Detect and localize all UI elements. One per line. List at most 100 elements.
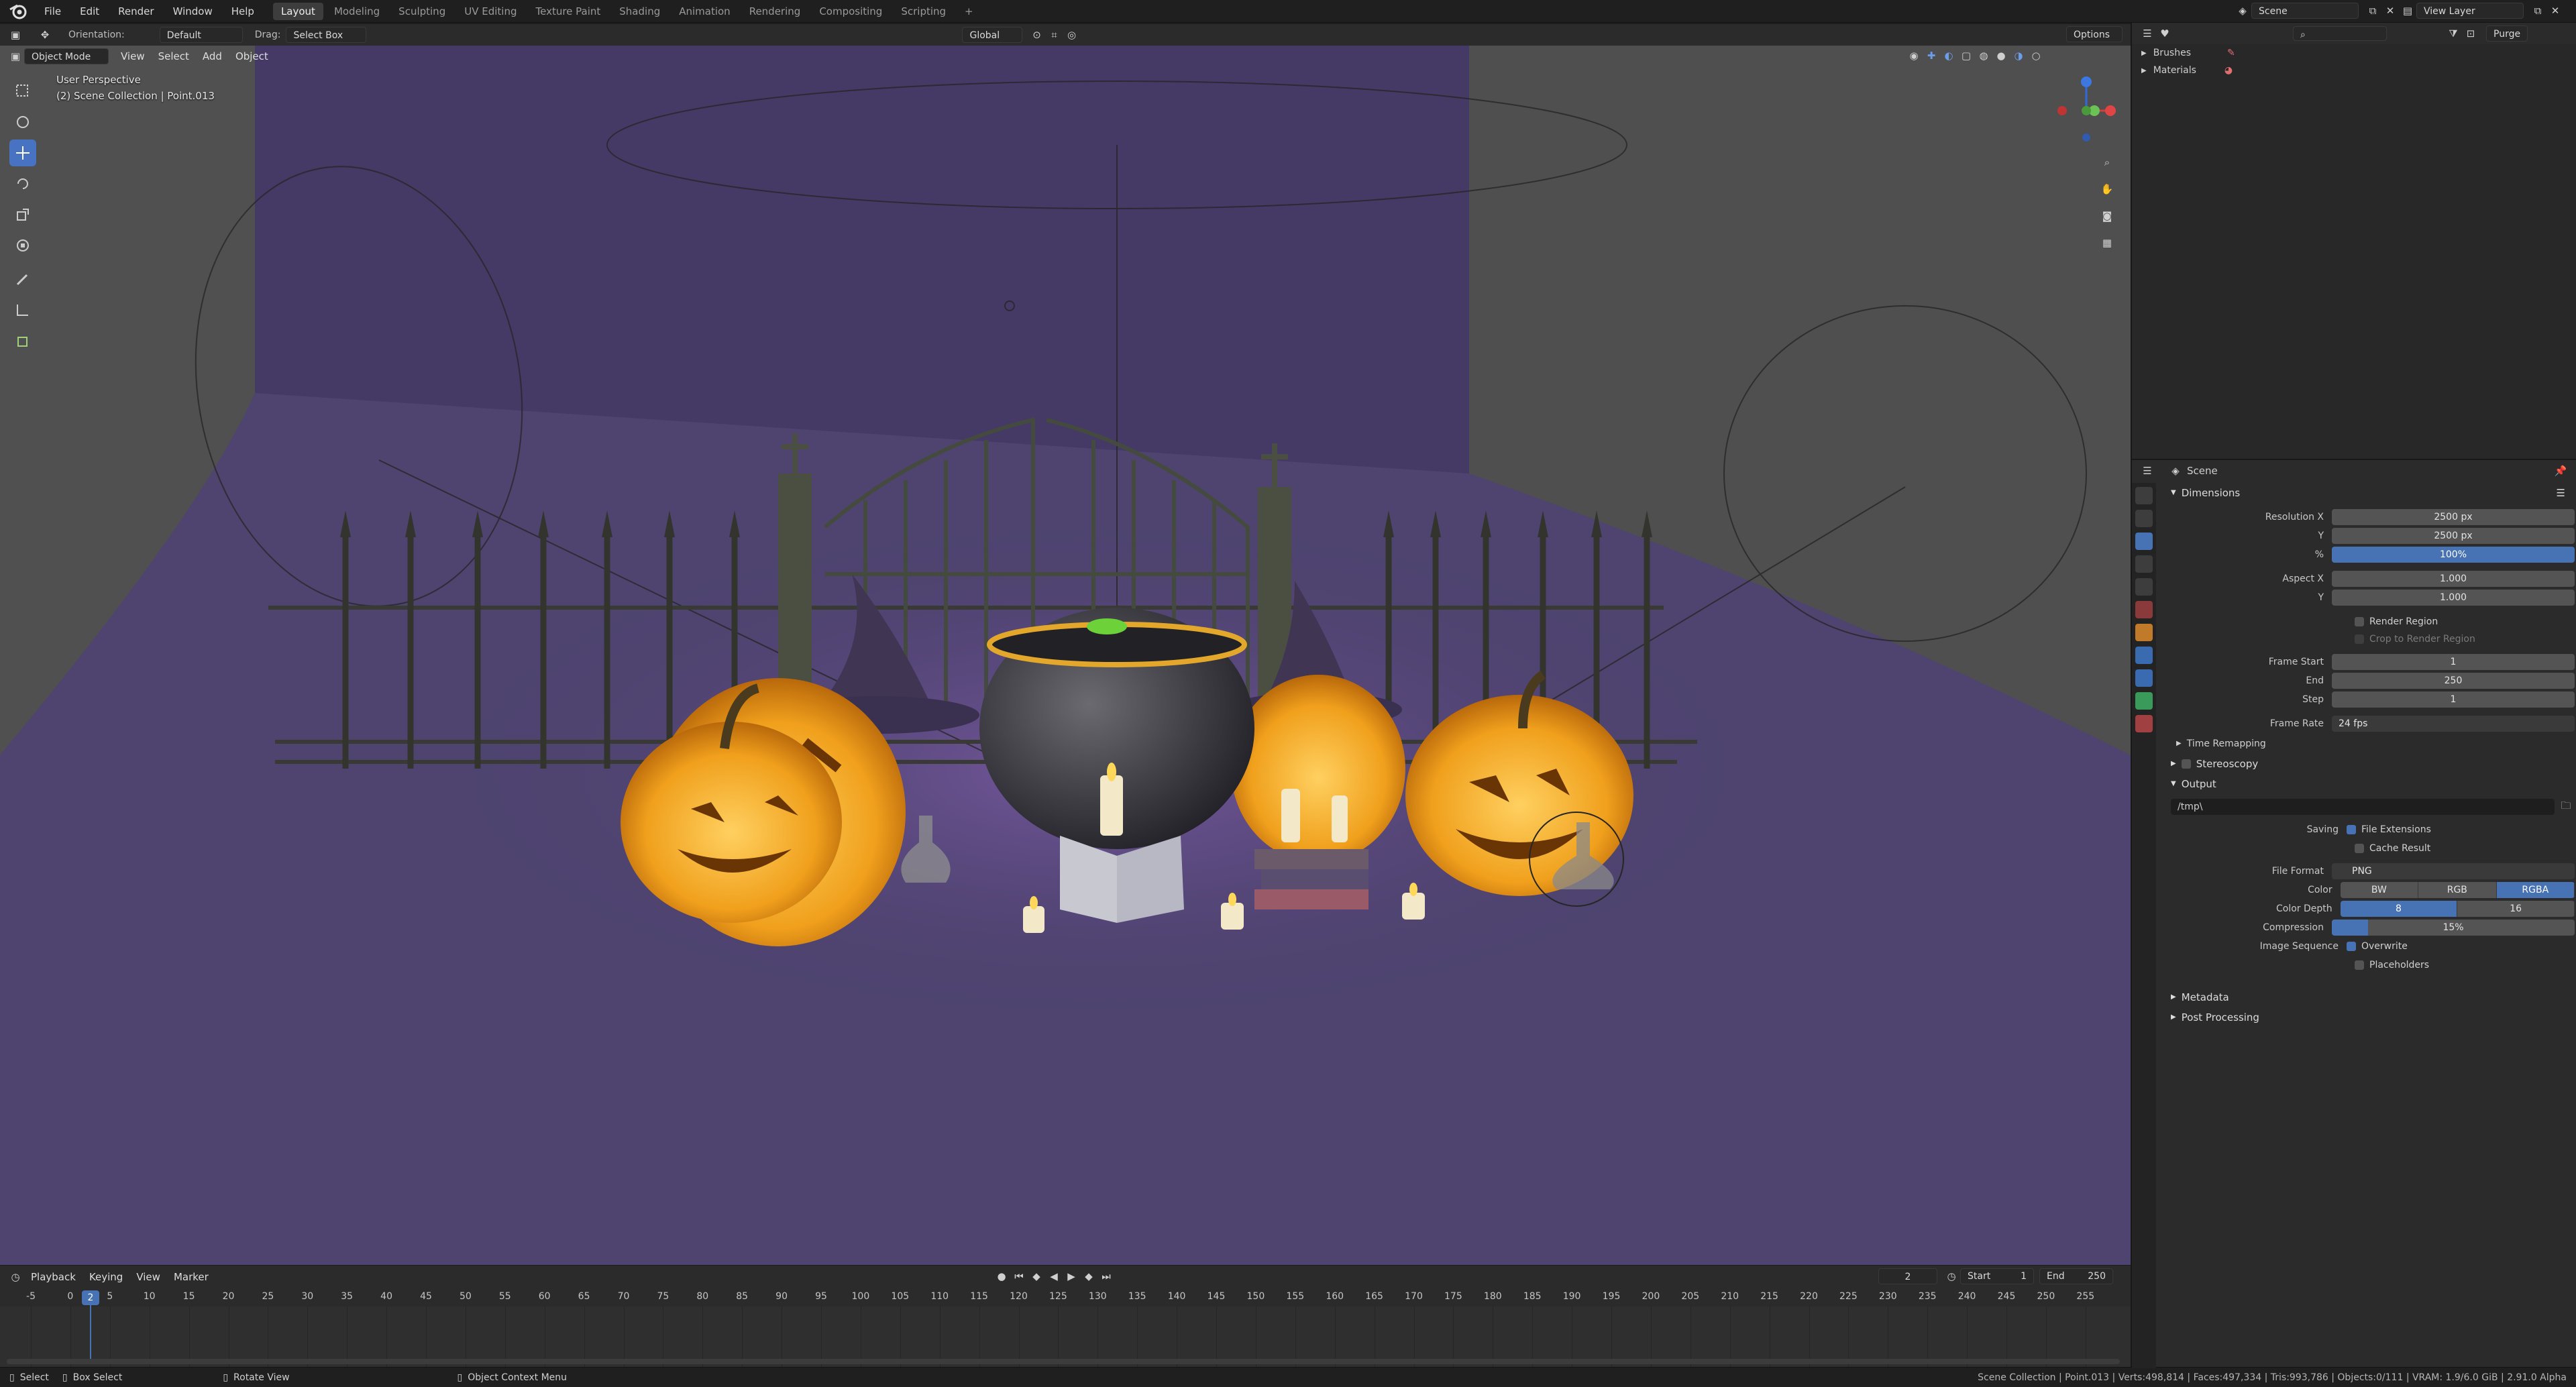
output-panel-header[interactable]: ▼ Output <box>2159 774 2575 794</box>
cursor-tool[interactable] <box>9 109 36 135</box>
color-depth-16-option[interactable]: 16 <box>2457 901 2575 917</box>
record-icon[interactable]: ● <box>993 1268 1010 1284</box>
output-tab[interactable] <box>2135 533 2153 550</box>
outliner-search-field[interactable]: ⌕ <box>2293 26 2387 41</box>
folder-icon[interactable]: 🗀 <box>2557 799 2575 815</box>
visibility-icon[interactable]: ◉ <box>1905 48 1923 64</box>
jump-end-icon[interactable]: ⏭ <box>1097 1268 1115 1284</box>
menu-window[interactable]: Window <box>164 0 222 23</box>
view-layer-selector[interactable]: View Layer <box>2416 3 2524 19</box>
output-path-field[interactable]: /tmp\ <box>2171 799 2555 815</box>
transform-orientation-dropdown[interactable]: Global <box>962 27 1023 43</box>
delete-scene-icon[interactable]: ✕ <box>2381 3 2399 19</box>
workspace-tab-layout[interactable]: Layout <box>272 2 323 20</box>
frame-rate-dropdown[interactable]: 24 fps <box>2332 716 2575 732</box>
expand-arrow-icon[interactable]: ▶ <box>2171 754 2176 774</box>
expand-arrow-icon[interactable]: ▶ <box>2141 67 2147 74</box>
frame-ruler[interactable]: -5 0 5 10 15 20 25 30 35 40 45 50 55 60 65 70 75 80 85 90 95… <box>0 1288 2131 1307</box>
render-region-checkbox[interactable]: Render Region <box>2355 613 2575 630</box>
perspective-grid-icon[interactable]: ▦ <box>2098 229 2116 256</box>
annotate-tool[interactable] <box>9 266 36 292</box>
frame-step-field[interactable]: 1 <box>2332 691 2575 708</box>
overlays-icon[interactable]: ◐ <box>1940 48 1957 64</box>
add-cube-tool[interactable] <box>9 327 36 354</box>
current-frame-field[interactable]: 2 <box>1878 1268 1937 1284</box>
3d-viewport[interactable] <box>0 44 2131 1265</box>
editor-type-icon[interactable]: ▣ <box>7 27 24 43</box>
workspace-tab-rendering[interactable]: Rendering <box>741 3 809 20</box>
properties-editor-icon[interactable]: ☰ <box>2139 463 2156 479</box>
collapse-arrow-icon[interactable]: ▼ <box>2171 483 2176 503</box>
expand-arrow-icon[interactable]: ▶ <box>2171 1007 2176 1028</box>
timeline-scrollbar[interactable] <box>7 1359 2120 1364</box>
stereoscopy-checkbox[interactable] <box>2181 759 2191 769</box>
options-dropdown[interactable]: Options <box>2066 26 2123 42</box>
timeline-menu-marker[interactable]: Marker <box>174 1271 209 1283</box>
new-collection-icon[interactable]: ⊡ <box>2462 25 2479 42</box>
workspace-tab-scripting[interactable]: Scripting <box>893 3 954 20</box>
pivot-point-icon[interactable]: ⊙ <box>1028 27 1045 43</box>
select-box-tool[interactable] <box>9 78 36 105</box>
color-rgb-option[interactable]: RGB <box>2418 882 2497 898</box>
object-data-tab[interactable] <box>2135 692 2153 710</box>
rotate-tool[interactable] <box>9 170 36 197</box>
timeline-editor-icon[interactable]: ◷ <box>7 1269 24 1285</box>
workspace-tab-texture-paint[interactable]: Texture Paint <box>527 3 608 20</box>
outliner-row-brushes[interactable]: ▶ Brushes ✎ <box>2132 44 2576 62</box>
gizmo-z-axis[interactable] <box>2081 76 2092 87</box>
jump-start-icon[interactable]: ⏮ <box>1010 1268 1028 1284</box>
workspace-tab-animation[interactable]: Animation <box>671 3 738 20</box>
compression-slider[interactable]: 15% <box>2332 920 2575 936</box>
menu-help[interactable]: Help <box>222 0 264 23</box>
workspace-tab-sculpting[interactable]: Sculpting <box>390 3 453 20</box>
resolution-y-field[interactable]: 2500 px <box>2332 528 2575 544</box>
overwrite-checkbox[interactable] <box>2347 942 2356 951</box>
move-tool-icon[interactable]: ✥ <box>36 27 54 43</box>
viewport-menu-object[interactable]: Object <box>235 50 268 62</box>
snap-icon[interactable]: ⌗ <box>1045 27 1063 43</box>
camera-view-icon[interactable]: ◙ <box>2098 203 2116 229</box>
scale-tool[interactable] <box>9 201 36 228</box>
rendered-shading-icon[interactable]: ○ <box>2027 48 2045 64</box>
viewport-menu-view[interactable]: View <box>121 50 145 62</box>
drag-dropdown[interactable]: Select Box <box>286 27 367 43</box>
object-tab[interactable] <box>2135 624 2153 641</box>
gizmo-neg-z-axis[interactable] <box>2082 133 2090 142</box>
filter-icon[interactable]: ⧩ <box>2445 25 2462 42</box>
resolution-x-field[interactable]: 2500 px <box>2332 509 2575 525</box>
move-tool[interactable] <box>9 140 36 166</box>
expand-arrow-icon[interactable]: ▶ <box>2171 987 2176 1007</box>
menu-render[interactable]: Render <box>109 0 163 23</box>
navigation-gizmo[interactable] <box>2053 74 2120 148</box>
pin-icon[interactable]: 📌 <box>2552 463 2569 479</box>
stereoscopy-panel-header[interactable]: ▶ Stereoscopy <box>2159 754 2575 774</box>
timeline-menu-playback[interactable]: Playback <box>31 1271 76 1283</box>
zoom-icon[interactable]: ⌕ <box>2098 149 2116 176</box>
gizmo-toggle-icon[interactable]: ✚ <box>1923 48 1940 64</box>
file-extensions-checkbox[interactable] <box>2347 825 2356 834</box>
post-processing-panel-header[interactable]: ▶ Post Processing <box>2159 1007 2575 1028</box>
color-rgba-option[interactable]: RGBA <box>2496 882 2575 898</box>
wireframe-shading-icon[interactable]: ◍ <box>1975 48 1992 64</box>
modifiers-tab[interactable] <box>2135 647 2153 664</box>
playhead-frame-marker[interactable]: 2 <box>82 1290 99 1305</box>
gizmo-neg-x-axis[interactable] <box>2057 106 2067 115</box>
cache-result-checkbox[interactable]: Cache Result <box>2355 840 2575 857</box>
render-tab[interactable] <box>2135 510 2153 527</box>
add-workspace-button[interactable]: + <box>957 3 981 20</box>
collapse-arrow-icon[interactable]: ▼ <box>2171 774 2176 794</box>
aspect-y-field[interactable]: 1.000 <box>2332 590 2575 606</box>
expand-arrow-icon[interactable]: ▶ <box>2176 734 2182 754</box>
purge-button[interactable]: Purge <box>2486 25 2528 42</box>
delete-view-layer-icon[interactable]: ✕ <box>2546 3 2564 19</box>
preview-range-icon[interactable]: ◷ <box>1943 1268 1960 1284</box>
menu-file[interactable]: File <box>35 0 70 23</box>
view-layer-icon[interactable]: ▤ <box>2399 3 2416 19</box>
resolution-percent-slider[interactable]: 100% <box>2332 547 2575 563</box>
tool-tab[interactable] <box>2135 487 2153 504</box>
new-scene-icon[interactable]: ⧉ <box>2364 3 2381 19</box>
outliner-editor-icon[interactable]: ☰ <box>2139 25 2156 42</box>
presets-icon[interactable]: ☰ <box>2557 483 2565 503</box>
checkbox-box[interactable] <box>2355 844 2364 853</box>
metadata-panel-header[interactable]: ▶ Metadata <box>2159 987 2575 1007</box>
